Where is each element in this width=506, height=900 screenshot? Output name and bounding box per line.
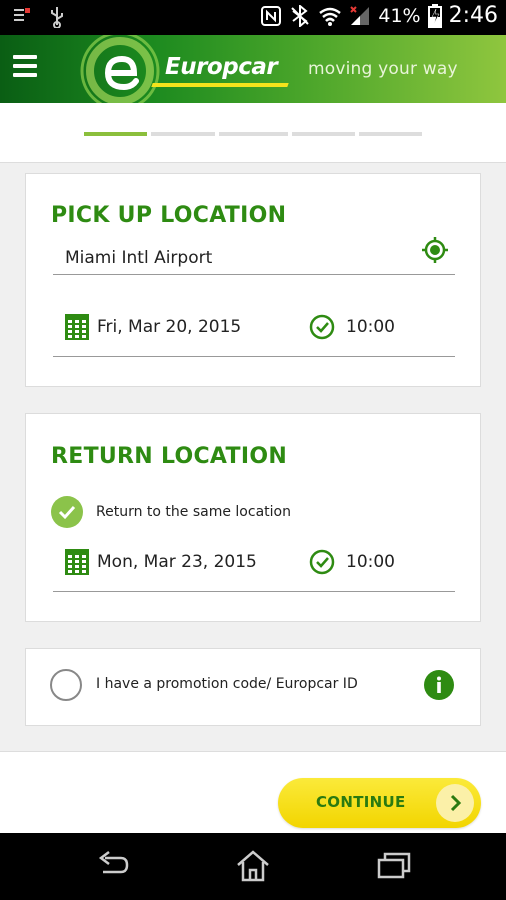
battery-percent: 41%	[378, 4, 421, 27]
system-nav-bar	[0, 833, 506, 900]
pickup-location-value: Miami Intl Airport	[65, 248, 213, 268]
pickup-card: PICK UP LOCATION Miami Intl Airport Fri,…	[25, 173, 481, 387]
brand-tagline: moving your way	[308, 59, 458, 79]
continue-button[interactable]: CONTINUE	[278, 778, 481, 828]
step-indicator	[219, 132, 288, 136]
promo-card: I have a promotion code/ Europcar ID	[25, 648, 481, 726]
clock-icon[interactable]	[309, 314, 335, 340]
back-icon[interactable]	[95, 850, 131, 880]
pickup-time[interactable]: 10:00	[346, 317, 395, 337]
app-header: Europcar moving your way	[0, 35, 506, 103]
same-location-label[interactable]: Return to the same location	[96, 504, 291, 520]
bluetooth-off-icon	[291, 4, 310, 27]
calendar-icon[interactable]	[65, 314, 89, 340]
home-icon[interactable]	[236, 850, 270, 882]
info-icon[interactable]	[423, 669, 455, 701]
pickup-datetime-field: Fri, Mar 20, 2015 10:00	[53, 296, 455, 357]
step-indicator	[359, 132, 422, 136]
promo-checkbox[interactable]	[50, 669, 82, 701]
step-indicator	[84, 132, 147, 136]
return-card: RETURN LOCATION Return to the same locat…	[25, 413, 481, 622]
brand-underline	[151, 83, 289, 87]
brand-name: Europcar	[165, 54, 278, 80]
gps-locate-icon[interactable]	[421, 236, 449, 264]
step-progress	[0, 103, 506, 163]
continue-label: CONTINUE	[316, 793, 406, 811]
nfc-icon	[261, 5, 282, 26]
menu-button[interactable]	[13, 55, 37, 81]
signal-icon	[350, 5, 370, 25]
usb-icon	[51, 7, 63, 28]
return-date[interactable]: Mon, Mar 23, 2015	[97, 552, 257, 572]
pickup-location-field[interactable]: Miami Intl Airport	[53, 234, 455, 275]
clock: 2:46	[448, 3, 498, 28]
recent-apps-icon[interactable]	[377, 850, 411, 880]
notification-icon	[14, 8, 30, 21]
return-title: RETURN LOCATION	[51, 444, 288, 469]
pickup-date[interactable]: Fri, Mar 20, 2015	[97, 317, 241, 337]
calendar-icon[interactable]	[65, 549, 89, 575]
clock-icon[interactable]	[309, 549, 335, 575]
battery-charging-icon	[427, 3, 442, 28]
wifi-icon	[319, 7, 342, 26]
same-location-checkbox[interactable]	[51, 496, 83, 528]
step-indicator	[292, 132, 355, 136]
promo-label[interactable]: I have a promotion code/ Europcar ID	[96, 676, 358, 692]
checkmark-icon	[58, 505, 76, 520]
return-time[interactable]: 10:00	[346, 552, 395, 572]
step-indicator	[151, 132, 215, 136]
pickup-title: PICK UP LOCATION	[51, 203, 287, 228]
status-bar: 41% 2:46	[0, 0, 506, 35]
bottom-action-panel: CONTINUE	[0, 751, 506, 833]
return-datetime-field: Mon, Mar 23, 2015 10:00	[53, 532, 455, 592]
europcar-logo-icon	[80, 35, 160, 103]
chevron-right-icon	[436, 784, 474, 822]
